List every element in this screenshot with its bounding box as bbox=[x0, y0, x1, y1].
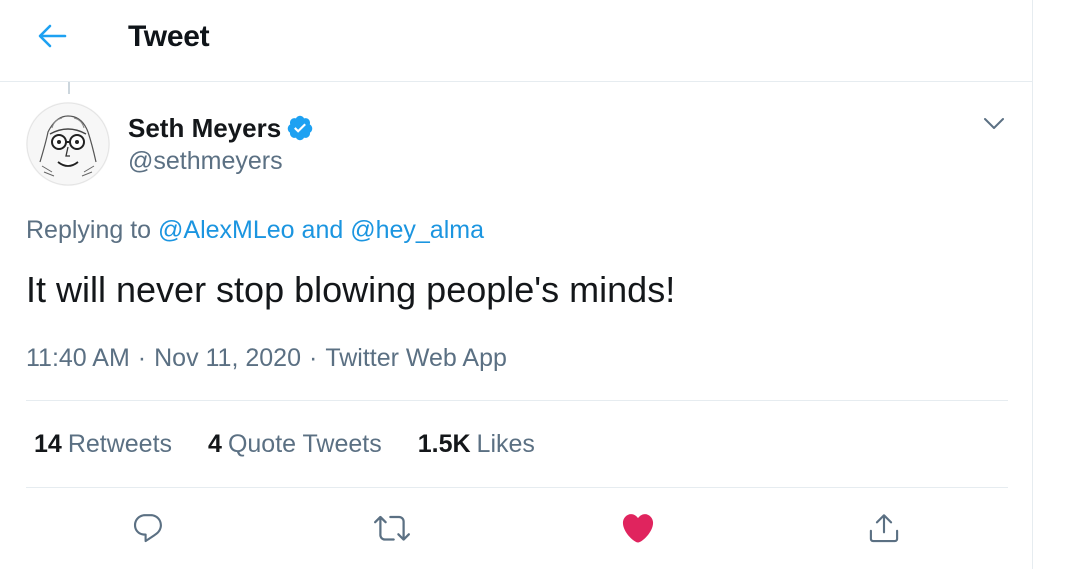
replying-to: Replying to @AlexMLeo and @hey_alma bbox=[26, 213, 484, 247]
tweet-text: It will never stop blowing people's mind… bbox=[26, 269, 676, 310]
back-arrow-icon bbox=[38, 24, 67, 48]
tweet-source[interactable]: Twitter Web App bbox=[325, 344, 507, 372]
more-options-button[interactable] bbox=[976, 106, 1012, 142]
header: Tweet bbox=[0, 0, 1032, 82]
retweet-button[interactable] bbox=[372, 508, 412, 548]
tweet-time[interactable]: 11:40 AM bbox=[26, 344, 130, 372]
divider bbox=[26, 487, 1008, 488]
replying-prefix: Replying to bbox=[26, 216, 152, 244]
quote-tweets-count: 4 bbox=[208, 430, 222, 458]
avatar-sketch-icon bbox=[26, 102, 110, 186]
share-button[interactable] bbox=[864, 508, 904, 548]
mention-link-2[interactable]: @hey_alma bbox=[350, 216, 484, 244]
share-icon bbox=[869, 514, 899, 543]
mention-link-1[interactable]: @AlexMLeo bbox=[158, 216, 295, 244]
meta-separator: · bbox=[137, 344, 147, 372]
avatar[interactable] bbox=[26, 102, 110, 186]
chevron-down-icon bbox=[984, 118, 1004, 129]
reply-button[interactable] bbox=[128, 508, 168, 548]
retweets-count: 14 bbox=[34, 430, 62, 458]
retweets-label: Retweets bbox=[67, 430, 173, 458]
tweet-stats: 14 Retweets 4 Quote Tweets 1.5K Likes bbox=[34, 427, 571, 461]
tweet-date[interactable]: Nov 11, 2020 bbox=[154, 344, 301, 372]
thread-line bbox=[68, 82, 70, 94]
quote-tweets-label: Quote Tweets bbox=[227, 430, 382, 458]
likes-label: Likes bbox=[476, 430, 535, 458]
tweet-column: Tweet Seth Meyers @sethmeyers Replying t… bbox=[0, 0, 1033, 569]
meta-separator: · bbox=[308, 344, 318, 372]
likes-stat[interactable]: 1.5K Likes bbox=[418, 427, 535, 461]
mention-joiner[interactable]: and bbox=[302, 216, 344, 244]
tweet-meta: 11:40 AM · Nov 11, 2020 · Twitter Web App bbox=[26, 341, 507, 375]
author-handle[interactable]: @sethmeyers bbox=[128, 145, 283, 177]
like-button[interactable] bbox=[618, 508, 658, 548]
reply-icon bbox=[133, 514, 162, 543]
retweets-stat[interactable]: 14 Retweets bbox=[34, 427, 172, 461]
quote-tweets-stat[interactable]: 4 Quote Tweets bbox=[208, 427, 382, 461]
author-name-text: Seth Meyers bbox=[128, 113, 282, 143]
likes-count: 1.5K bbox=[417, 430, 471, 458]
back-button[interactable] bbox=[30, 18, 74, 54]
author-name[interactable]: Seth Meyers bbox=[128, 112, 316, 144]
verified-badge-icon bbox=[286, 113, 316, 143]
page-title: Tweet bbox=[128, 20, 210, 53]
heart-icon bbox=[622, 514, 654, 543]
divider bbox=[26, 400, 1008, 401]
retweet-icon bbox=[374, 515, 410, 541]
page: Tweet Seth Meyers @sethmeyers Replying t… bbox=[0, 0, 1080, 569]
